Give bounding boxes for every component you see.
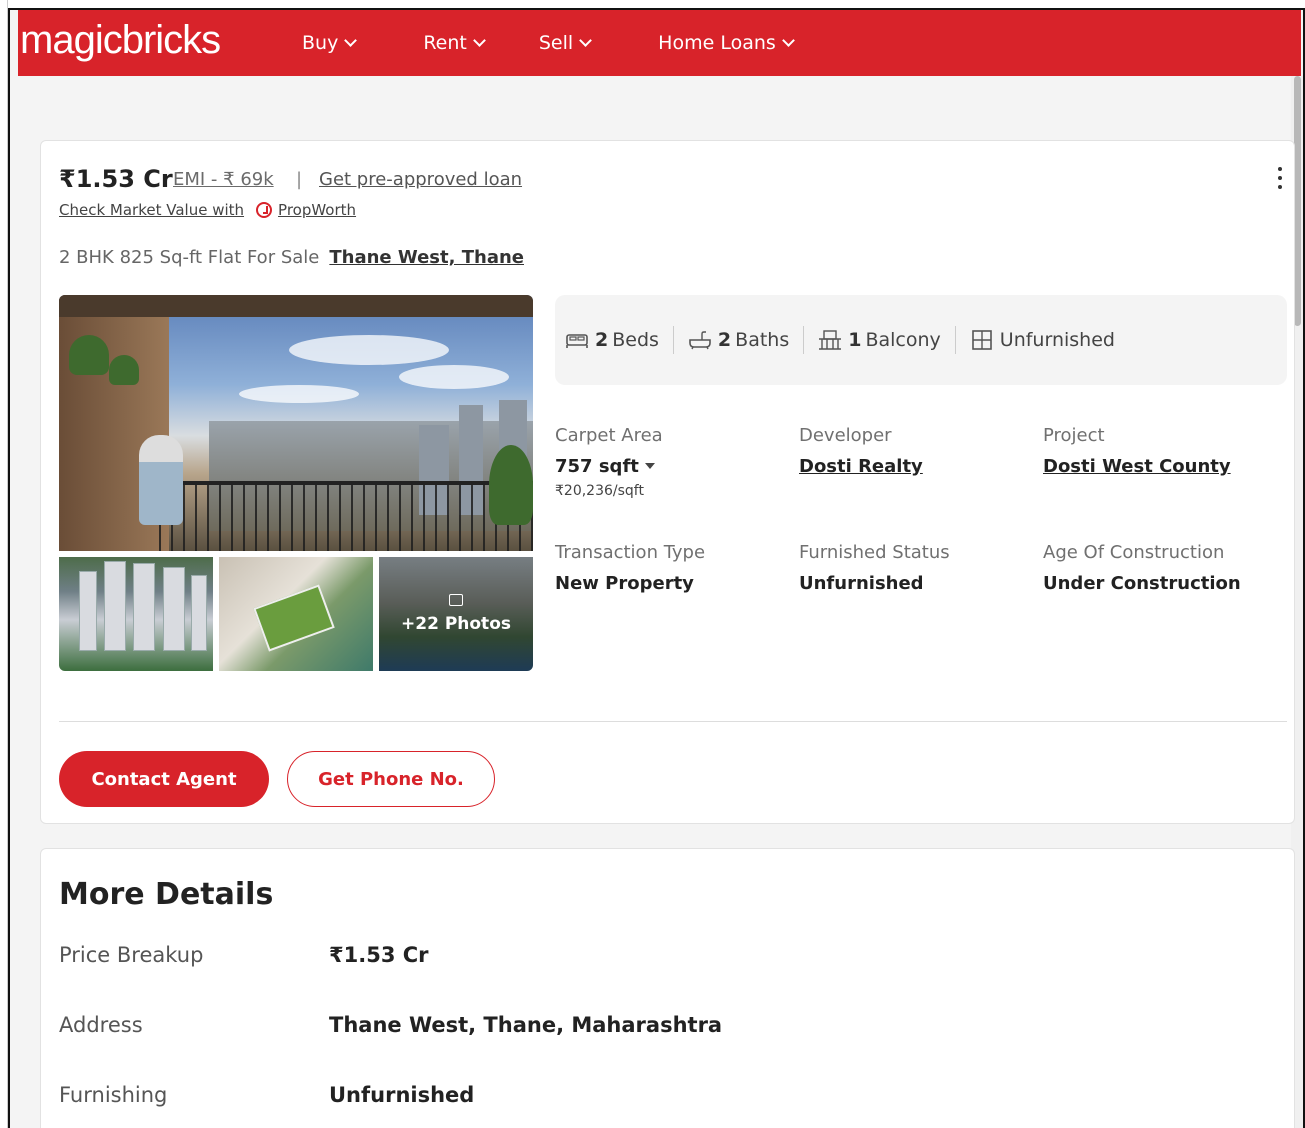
detail-key: Furnishing — [59, 1083, 168, 1107]
age-of-construction-spec: Age Of Construction Under Construction — [1043, 542, 1241, 594]
property-title: 2 BHK 825 Sq-ft Flat For Sale Thane West,… — [59, 247, 524, 268]
carpet-area-label: Carpet Area — [555, 425, 663, 446]
more-photos-count: +22 Photos — [401, 614, 511, 634]
chevron-down-icon — [472, 33, 486, 47]
top-nav-bar: magicbricks Buy Rent Sell Home Loans — [18, 10, 1301, 76]
location-link[interactable]: Thane West, Thane — [329, 247, 524, 268]
developer-link[interactable]: Dosti Realty — [799, 456, 923, 477]
market-value-text: Check Market Value with — [59, 201, 245, 219]
browser-viewport: magicbricks Buy Rent Sell Home Loans ₹1.… — [8, 8, 1305, 1128]
baths-count: 2 — [717, 329, 732, 351]
carpet-area-spec: Carpet Area 757 sqft ₹20,236/sqft — [555, 425, 663, 499]
project-spec: Project Dosti West County — [1043, 425, 1231, 477]
thumbnail-photo[interactable] — [59, 557, 213, 671]
furniture-icon — [971, 330, 992, 350]
project-link[interactable]: Dosti West County — [1043, 456, 1231, 477]
age-of-construction-value: Under Construction — [1043, 573, 1241, 594]
transaction-type-spec: Transaction Type New Property — [555, 542, 705, 594]
photo-thumbnails: +22 Photos — [59, 557, 533, 671]
nav-buy[interactable]: Buy — [302, 32, 358, 54]
beds-label: Beds — [612, 329, 659, 351]
detail-value: Unfurnished — [329, 1083, 475, 1107]
get-phone-button[interactable]: Get Phone No. — [287, 751, 495, 807]
property-card: ₹1.53 Cr EMI - ₹ 69k | Get pre-approved … — [40, 140, 1295, 824]
beds-summary: 2 Beds — [565, 329, 659, 351]
property-price: ₹1.53 Cr — [59, 165, 173, 193]
furnish-label: Unfurnished — [999, 329, 1115, 351]
image-icon — [449, 594, 463, 606]
thumbnail-photo[interactable] — [219, 557, 373, 671]
nav-buy-label: Buy — [302, 32, 339, 54]
balcony-summary: 1 Balcony — [818, 329, 941, 351]
separator: | — [296, 169, 303, 190]
propworth-icon — [256, 202, 273, 218]
more-options-icon[interactable] — [1278, 167, 1282, 189]
detail-row: Address Thane West, Thane, Maharashtra — [59, 1013, 722, 1037]
emi-link[interactable]: EMI - ₹ 69k — [173, 169, 274, 190]
furnished-status-label: Furnished Status — [799, 542, 950, 563]
balcony-count: 1 — [848, 329, 862, 351]
more-details-card: More Details Price Breakup ₹1.53 Cr Addr… — [40, 848, 1295, 1128]
preapproved-loan-link[interactable]: Get pre-approved loan — [319, 169, 522, 190]
main-property-photo[interactable] — [59, 295, 533, 551]
furnished-status-spec: Furnished Status Unfurnished — [799, 542, 950, 594]
propworth-text: PropWorth — [278, 201, 357, 219]
chevron-down-icon — [579, 33, 593, 47]
chevron-down-icon — [781, 33, 795, 47]
nav-sell-label: Sell — [538, 32, 574, 54]
chevron-down-icon — [344, 33, 358, 47]
transaction-type-value: New Property — [555, 573, 694, 594]
more-photos-thumbnail[interactable]: +22 Photos — [379, 557, 533, 671]
furnish-summary: Unfurnished — [970, 329, 1115, 351]
project-label: Project — [1043, 425, 1105, 446]
detail-value: ₹1.53 Cr — [329, 943, 429, 967]
nav-sell[interactable]: Sell — [538, 32, 593, 54]
furnished-status-value: Unfurnished — [799, 573, 924, 594]
bathtub-icon — [689, 331, 711, 350]
nav-home-loans[interactable]: Home Loans — [658, 32, 795, 54]
baths-label: Baths — [735, 329, 790, 351]
card-divider — [59, 721, 1287, 722]
price-per-sqft: ₹20,236/sqft — [555, 483, 644, 499]
balcony-icon — [819, 330, 842, 350]
window-edge — [0, 0, 8, 1128]
nav-home-loans-label: Home Loans — [658, 32, 776, 54]
property-summary: 2 Beds 2 Baths 1 Balcony Unfurnished — [555, 295, 1287, 385]
detail-key: Address — [59, 1013, 143, 1037]
carpet-area-dropdown[interactable]: 757 sqft — [555, 456, 663, 477]
caret-down-icon — [644, 463, 655, 469]
detail-row: Furnishing Unfurnished — [59, 1083, 474, 1107]
scrollbar-thumb[interactable] — [1294, 76, 1301, 326]
detail-key: Price Breakup — [59, 943, 204, 967]
transaction-type-label: Transaction Type — [555, 542, 706, 563]
magicbricks-logo[interactable]: magicbricks — [20, 18, 290, 63]
more-details-title: More Details — [59, 877, 274, 912]
nav-rent-label: Rent — [423, 32, 467, 54]
divider — [672, 326, 674, 354]
age-of-construction-label: Age Of Construction — [1043, 542, 1225, 563]
detail-row: Price Breakup ₹1.53 Cr — [59, 943, 429, 967]
property-title-text: 2 BHK 825 Sq-ft Flat For Sale — [59, 247, 320, 268]
balcony-label: Balcony — [865, 329, 941, 351]
developer-label: Developer — [799, 425, 892, 446]
nav-rent[interactable]: Rent — [423, 32, 486, 54]
developer-spec: Developer Dosti Realty — [799, 425, 923, 477]
carpet-area-value: 757 sqft — [555, 456, 639, 477]
beds-count: 2 — [595, 329, 609, 351]
contact-agent-button[interactable]: Contact Agent — [59, 751, 269, 807]
market-value-link[interactable]: Check Market Value with PropWorth — [59, 201, 356, 219]
divider — [954, 326, 956, 354]
detail-value: Thane West, Thane, Maharashtra — [329, 1013, 723, 1037]
baths-summary: 2 Baths — [688, 329, 789, 351]
divider — [803, 326, 805, 354]
bed-icon — [566, 334, 588, 348]
